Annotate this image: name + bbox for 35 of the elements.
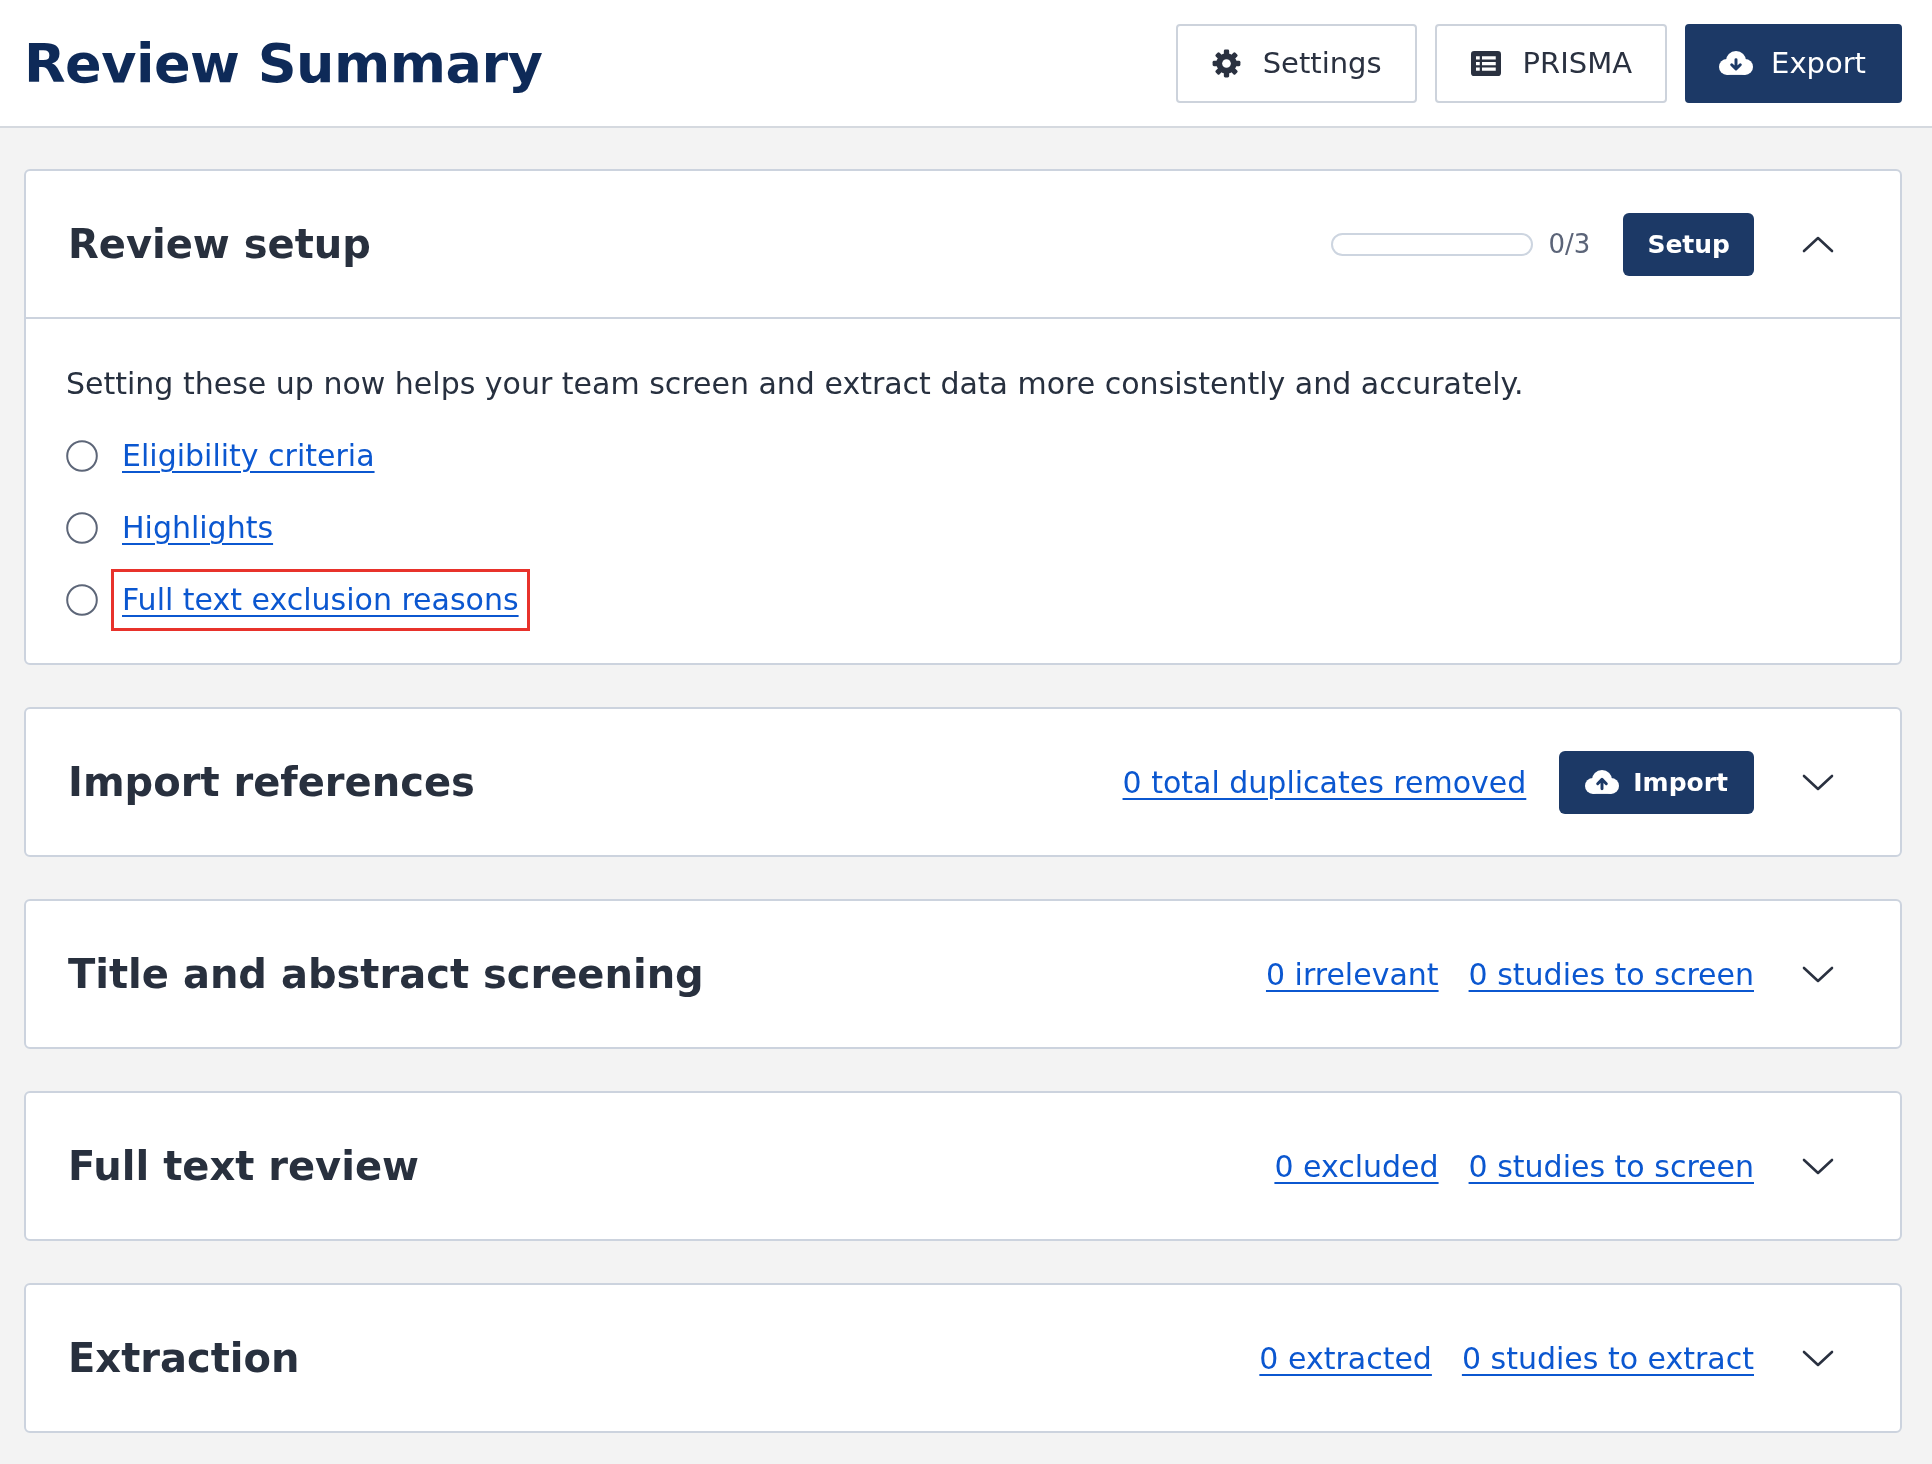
setup-button[interactable]: Setup (1623, 212, 1754, 276)
list-icon (1470, 50, 1501, 76)
section-title: Full text review (68, 1143, 419, 1189)
section-description: Setting these up now helps your team screen and extract data more consistently and accurately. (66, 365, 1525, 403)
radio-button[interactable] (66, 440, 98, 472)
count-link[interactable]: 0 studies to screen (1468, 1148, 1754, 1184)
count-link[interactable]: 0 irrelevant (1265, 956, 1439, 992)
chevron-up-icon[interactable] (1802, 235, 1834, 253)
cloud-download-icon (1719, 51, 1754, 75)
setup-link[interactable]: Eligibility criteria (111, 425, 386, 487)
settings-button[interactable]: Settings (1175, 23, 1417, 103)
radio-button[interactable] (66, 584, 98, 616)
progress-reading: 0/3 (1548, 229, 1591, 259)
setup-link[interactable]: Full text exclusion reasons (111, 569, 530, 631)
count-link[interactable]: 0 total duplicates removed (1122, 764, 1527, 800)
count-link[interactable]: 0 extracted (1259, 1340, 1432, 1376)
chevron-down-icon[interactable] (1802, 965, 1834, 983)
count-link[interactable]: 0 studies to extract (1461, 1340, 1754, 1376)
export-button[interactable]: Export (1685, 23, 1902, 103)
section-title: Review setup (68, 221, 371, 267)
page-title: Review Summary (24, 31, 543, 95)
import-button[interactable]: Import (1559, 750, 1754, 814)
count-link[interactable]: 0 excluded (1274, 1148, 1439, 1184)
chevron-down-icon[interactable] (1802, 1157, 1834, 1175)
chevron-down-icon[interactable] (1802, 1349, 1834, 1367)
chevron-down-icon[interactable] (1802, 773, 1834, 791)
radio-button[interactable] (66, 512, 98, 544)
gear-icon (1211, 48, 1241, 78)
count-link[interactable]: 0 studies to screen (1468, 956, 1754, 992)
prisma-button[interactable]: PRISMA (1434, 23, 1668, 103)
setup-link[interactable]: Highlights (111, 497, 285, 559)
section-title: Title and abstract screening (68, 951, 704, 997)
section-title: Extraction (68, 1335, 300, 1381)
section-title: Import references (68, 759, 475, 805)
cloud-upload-icon (1585, 770, 1620, 794)
